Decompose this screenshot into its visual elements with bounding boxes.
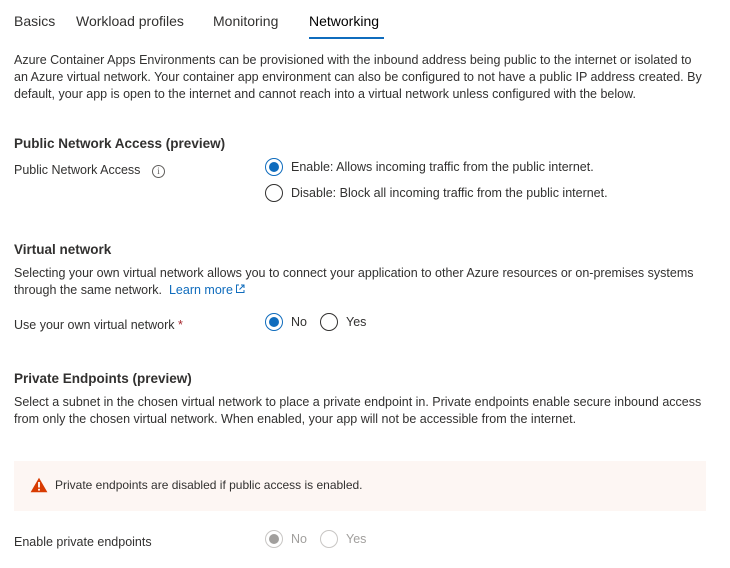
public-access-label: Public Network Access (14, 163, 141, 177)
intro-text: Azure Container Apps Environments can be… (14, 53, 702, 101)
tab-networking[interactable]: Networking (309, 13, 379, 29)
public-access-disable-radio[interactable] (265, 184, 283, 202)
info-icon[interactable]: i (152, 165, 165, 178)
private-endpoints-no-radio[interactable] (265, 530, 283, 548)
private-endpoints-label: Enable private endpoints (14, 535, 152, 549)
virtual-network-heading: Virtual network (14, 242, 112, 257)
tab-workload-profiles[interactable]: Workload profiles (76, 13, 184, 29)
active-tab-underline (309, 37, 384, 39)
virtual-network-description-text: Selecting your own virtual network allow… (14, 266, 694, 297)
tab-monitoring[interactable]: Monitoring (213, 13, 278, 29)
own-vnet-yes-label[interactable]: Yes (346, 315, 366, 329)
private-endpoints-yes-radio[interactable] (320, 530, 338, 548)
warning-text: Private endpoints are disabled if public… (55, 478, 363, 492)
private-endpoints-description: Select a subnet in the chosen virtual ne… (14, 395, 702, 426)
private-endpoints-no-label[interactable]: No (291, 532, 307, 546)
virtual-network-description: Selecting your own virtual network allow… (14, 265, 694, 299)
public-access-enable-radio[interactable] (265, 158, 283, 176)
learn-more-text[interactable]: Learn more (169, 283, 233, 297)
own-vnet-no-label[interactable]: No (291, 315, 307, 329)
own-vnet-label: Use your own virtual network * (14, 318, 183, 332)
warning-banner: Private endpoints are disabled if public… (14, 461, 706, 511)
warning-icon (30, 477, 48, 493)
private-endpoints-heading: Private Endpoints (preview) (14, 371, 192, 386)
tab-basics[interactable]: Basics (14, 13, 55, 29)
public-access-enable-label[interactable]: Enable: Allows incoming traffic from the… (291, 160, 594, 174)
learn-more-link[interactable]: Learn more (165, 283, 245, 297)
public-access-disable-label[interactable]: Disable: Block all incoming traffic from… (291, 186, 608, 200)
external-link-icon (235, 284, 245, 293)
own-vnet-label-text: Use your own virtual network (14, 318, 175, 332)
private-endpoints-yes-label[interactable]: Yes (346, 532, 366, 546)
required-asterisk: * (177, 318, 183, 332)
own-vnet-no-radio[interactable] (265, 313, 283, 331)
public-access-heading: Public Network Access (preview) (14, 136, 226, 151)
own-vnet-yes-radio[interactable] (320, 313, 338, 331)
